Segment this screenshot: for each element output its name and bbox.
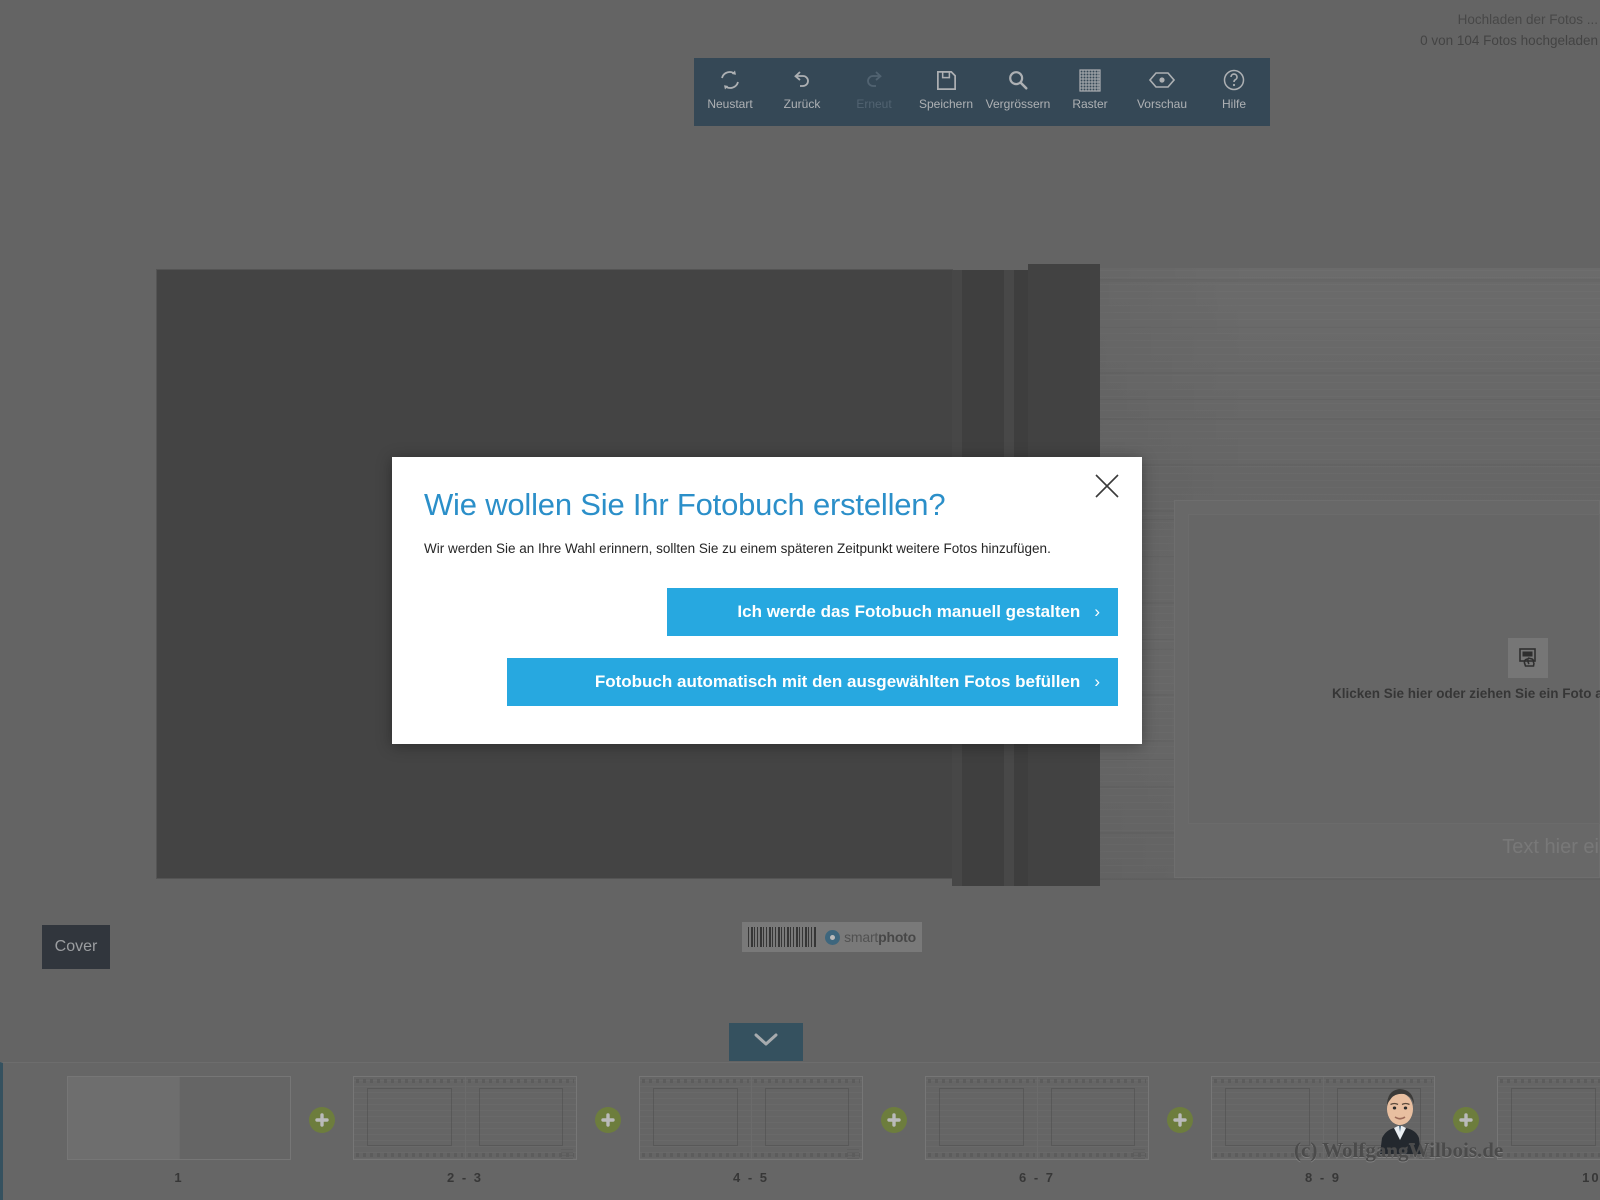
save-icon bbox=[935, 67, 958, 93]
dialog-title: Wie wollen Sie Ihr Fotobuch erstellen? bbox=[424, 487, 946, 522]
toolbar-item-zoom[interactable]: Vergrössern bbox=[983, 67, 1053, 111]
eye-icon bbox=[1149, 67, 1175, 93]
auto-fill-label: Fotobuch automatisch mit den ausgewählte… bbox=[594, 672, 1081, 691]
thumbnail-page bbox=[354, 1077, 465, 1159]
add-photo-icon bbox=[1508, 637, 1548, 678]
dropzone-label: Klicken Sie hier oder ziehen Sie ein Fot… bbox=[1331, 685, 1600, 701]
thumbnail-pages bbox=[67, 1076, 291, 1160]
tab-cover-label: Cover bbox=[54, 938, 98, 955]
manual-design-label: Ich werde das Fotobuch manuell gestalten bbox=[737, 602, 1081, 621]
thumbnail-page bbox=[1037, 1077, 1148, 1159]
thumbnail-page bbox=[751, 1077, 862, 1159]
thumbnail-page-label: 6 - 7 bbox=[1018, 1170, 1055, 1185]
toolbar-item-save[interactable]: Speichern bbox=[911, 67, 981, 111]
toolbar-item-undo[interactable]: Zurück bbox=[767, 67, 837, 111]
grid-icon bbox=[1078, 67, 1102, 93]
thumbnail-page bbox=[465, 1077, 576, 1159]
thumbnail-page bbox=[640, 1077, 751, 1159]
thumbnail-page-label: 8 - 9 bbox=[1304, 1170, 1341, 1185]
toolbar-label-grid: Raster bbox=[1072, 97, 1108, 111]
thumbnail-page-label: 4 - 5 bbox=[732, 1170, 769, 1185]
brand-light: smart bbox=[844, 929, 879, 945]
upload-status-line2: 0 von 104 Fotos hochgeladen bbox=[1420, 33, 1598, 48]
page-thumbnail-strip[interactable]: 1 2 - 3 4 - 5 6 - 7 8 - 9 10 - 11 bbox=[0, 1062, 1600, 1200]
toolbar-label-undo: Zurück bbox=[783, 97, 821, 111]
smartphoto-logo: smartphoto bbox=[825, 929, 916, 945]
toolbar-item-restart[interactable]: Neustart bbox=[695, 67, 765, 111]
watermark-text: (c) WolfgangWilbois.de bbox=[1294, 1138, 1504, 1162]
page-thumbnail-1[interactable]: 1 bbox=[67, 1063, 291, 1185]
thumbnail-page-label: 10 - 11 bbox=[1582, 1170, 1600, 1185]
page-thumbnail-2[interactable]: 2 - 3 bbox=[353, 1063, 577, 1185]
help-icon bbox=[1222, 67, 1246, 93]
add-spread-button-3[interactable] bbox=[863, 1051, 925, 1189]
toolbar-label-redo: Erneut bbox=[856, 97, 892, 111]
toolbar-label-help: Hilfe bbox=[1221, 97, 1246, 111]
thumbnail-pages bbox=[1497, 1076, 1600, 1160]
undo-icon bbox=[790, 67, 814, 93]
toolbar-label-restart: Neustart bbox=[707, 97, 753, 111]
upload-status-line1: Hochladen der Fotos ... bbox=[1457, 12, 1598, 27]
camera-lens-icon bbox=[825, 929, 841, 945]
add-spread-button-1[interactable] bbox=[291, 1051, 353, 1189]
auto-fill-button[interactable]: Fotobuch automatisch mit den ausgewählte… bbox=[507, 658, 1118, 706]
page-corner-marker bbox=[561, 1149, 573, 1159]
caption-placeholder[interactable]: Text hier eingeben bbox=[1378, 836, 1600, 859]
collapse-strip-button[interactable] bbox=[729, 1023, 803, 1061]
plus-icon bbox=[881, 1107, 907, 1133]
page-thumbnail-list: 1 2 - 3 4 - 5 6 - 7 8 - 9 10 - 11 bbox=[3, 1063, 1600, 1200]
upload-status: Hochladen der Fotos ... 0 von 104 Fotos … bbox=[1420, 9, 1598, 51]
editor-toolbar: Neustart Zurück Erneut Speichern Vergrös… bbox=[694, 58, 1270, 126]
photo-dropzone[interactable]: Klicken Sie hier oder ziehen Sie ein Fot… bbox=[1188, 514, 1600, 824]
dialog-subtitle: Wir werden Sie an Ihre Wahl erinnern, so… bbox=[424, 541, 1051, 556]
thumbnail-page bbox=[926, 1077, 1037, 1159]
manual-design-button[interactable]: Ich werde das Fotobuch manuell gestalten… bbox=[667, 588, 1118, 636]
plus-icon bbox=[595, 1107, 621, 1133]
chevron-down-icon bbox=[752, 1031, 780, 1054]
toolbar-item-help[interactable]: Hilfe bbox=[1199, 67, 1269, 111]
page-thumbnail-4[interactable]: 6 - 7 bbox=[925, 1063, 1149, 1185]
barcode-brand-block: smartphoto bbox=[742, 922, 922, 952]
thumbnail-page-label: 2 - 3 bbox=[446, 1170, 483, 1185]
toolbar-item-preview[interactable]: Vorschau bbox=[1127, 67, 1197, 111]
toolbar-label-save: Speichern bbox=[918, 97, 974, 111]
brand-bold: photo bbox=[878, 929, 916, 945]
page-corner-marker bbox=[1133, 1149, 1145, 1159]
zoom-icon bbox=[1007, 67, 1029, 93]
plus-icon bbox=[1167, 1107, 1193, 1133]
redo-icon bbox=[862, 67, 886, 93]
add-spread-button-4[interactable] bbox=[1149, 1051, 1211, 1189]
thumbnail-page bbox=[179, 1077, 290, 1159]
thumbnail-page bbox=[68, 1077, 179, 1159]
photobook-editor-app: Hochladen der Fotos ... 0 von 104 Fotos … bbox=[0, 0, 1600, 1200]
add-spread-button-2[interactable] bbox=[577, 1051, 639, 1189]
chevron-right-icon: › bbox=[1094, 602, 1100, 621]
toolbar-item-grid[interactable]: Raster bbox=[1055, 67, 1125, 111]
plus-icon bbox=[309, 1107, 335, 1133]
creation-mode-dialog: Wie wollen Sie Ihr Fotobuch erstellen? W… bbox=[392, 457, 1142, 744]
toolbar-label-preview: Vorschau bbox=[1136, 97, 1188, 111]
page-thumbnail-6[interactable]: 10 - 11 bbox=[1497, 1063, 1600, 1185]
add-spread-button-5[interactable] bbox=[1435, 1051, 1497, 1189]
barcode-icon bbox=[748, 927, 818, 947]
restart-icon bbox=[718, 67, 742, 93]
toolbar-label-zoom: Vergrössern bbox=[985, 97, 1051, 111]
plus-icon bbox=[1453, 1107, 1479, 1133]
toolbar-item-redo: Erneut bbox=[839, 67, 909, 111]
thumbnail-pages bbox=[639, 1076, 863, 1160]
page-thumbnail-3[interactable]: 4 - 5 bbox=[639, 1063, 863, 1185]
dialog-close-button[interactable] bbox=[1090, 471, 1124, 505]
top-status-bar: Hochladen der Fotos ... 0 von 104 Fotos … bbox=[0, 0, 1600, 50]
thumbnail-pages bbox=[353, 1076, 577, 1160]
close-icon bbox=[1092, 471, 1122, 506]
thumbnail-page bbox=[1498, 1077, 1600, 1159]
tab-cover[interactable]: Cover bbox=[42, 925, 110, 969]
thumbnail-page-label: 1 bbox=[174, 1170, 184, 1185]
page-corner-marker bbox=[847, 1149, 859, 1159]
thumbnail-pages bbox=[925, 1076, 1149, 1160]
chevron-right-icon: › bbox=[1094, 672, 1100, 691]
